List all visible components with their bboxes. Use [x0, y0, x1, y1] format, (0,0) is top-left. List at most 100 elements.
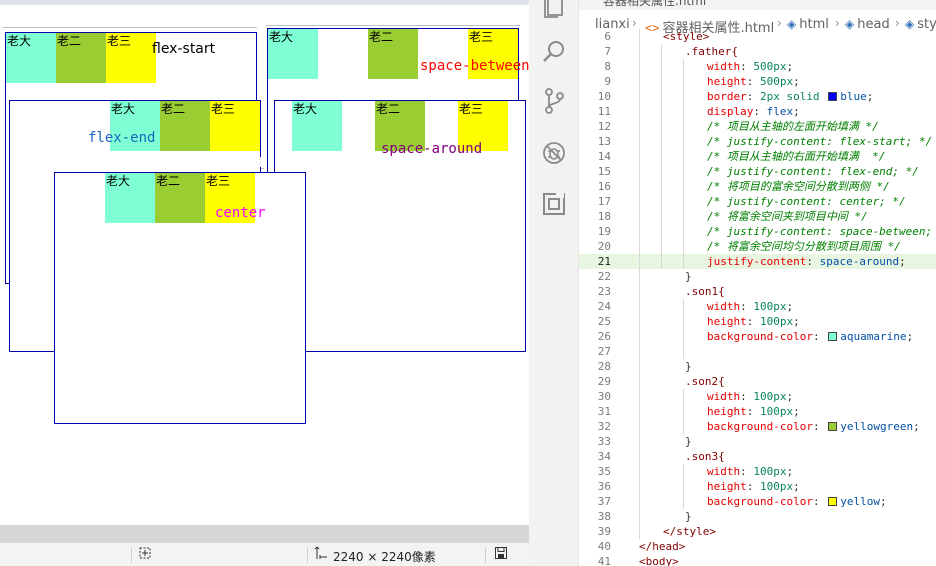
code-text: /* 项目从主轴的右面开始填满 */ [707, 150, 886, 163]
code-line[interactable]: 15 /* justify-content: flex-end; */ [579, 164, 936, 179]
line-number: 30 [597, 390, 611, 403]
code-line[interactable]: 34 .son3{ [579, 449, 936, 464]
code-line[interactable]: 17 /* justify-content: center; */ [579, 194, 936, 209]
line-number: 14 [597, 150, 611, 163]
code-text: height: 500px; [707, 75, 800, 88]
editor-tab-strip: 容器相关属性.html [579, 0, 936, 10]
code-line[interactable]: 20 /* 将富余空间均匀分散到项目周围 */ [579, 239, 936, 254]
line-number: 37 [597, 495, 611, 508]
code-line[interactable]: 40 </head> [579, 539, 936, 554]
line-number: 28 [597, 360, 611, 373]
code-line[interactable]: 14 /* 项目从主轴的右面开始填满 */ [579, 149, 936, 164]
code-line[interactable]: 11 display: flex; [579, 104, 936, 119]
code-line[interactable]: 6 <style> [579, 29, 936, 44]
color-swatch[interactable] [828, 497, 838, 506]
flex-item-2: 老二 [155, 173, 205, 223]
code-line[interactable]: 30 width: 100px; [579, 389, 936, 404]
code-line[interactable]: 36 height: 100px; [579, 479, 936, 494]
image-canvas[interactable]: 老大 老二 老三 flex-start 老大 老二 老三 space-betwe… [0, 5, 529, 525]
code-text: height: 100px; [707, 480, 800, 493]
demo-label-center: center [215, 205, 266, 221]
run-debug-icon[interactable] [540, 139, 568, 167]
code-line[interactable]: 31 height: 100px; [579, 404, 936, 419]
code-text: .son3{ [685, 450, 725, 463]
image-viewer-pane: 老大 老二 老三 flex-start 老大 老二 老三 space-betwe… [0, 0, 529, 566]
status-separator [131, 547, 132, 563]
chevron-right-icon: › [895, 16, 900, 30]
code-text: .father{ [685, 45, 738, 58]
line-number: 6 [604, 30, 611, 43]
explorer-icon[interactable] [540, 0, 568, 20]
code-text: /* 将项目的富余空间分散到两侧 */ [707, 180, 890, 193]
code-line[interactable]: 32 background-color: yellowgreen; [579, 419, 936, 434]
code-line[interactable]: 24 width: 100px; [579, 299, 936, 314]
code-line[interactable]: 7 .father{ [579, 44, 936, 59]
status-separator [485, 547, 486, 563]
flex-item-2: 老二 [368, 29, 418, 79]
chevron-right-icon: › [777, 16, 782, 30]
code-text: height: 100px; [707, 315, 800, 328]
fit-icon[interactable] [138, 546, 152, 564]
line-number: 38 [597, 510, 611, 523]
source-control-icon[interactable] [540, 87, 568, 115]
color-swatch[interactable] [828, 422, 838, 431]
code-line[interactable]: 29 .son2{ [579, 374, 936, 389]
color-swatch[interactable] [828, 332, 838, 341]
line-number: 19 [597, 225, 611, 238]
code-line[interactable]: 8 width: 500px; [579, 59, 936, 74]
demo-label-space-between: space-between [420, 58, 529, 74]
search-icon[interactable] [540, 38, 568, 66]
code-line[interactable]: 41 <body> [579, 554, 936, 566]
code-line[interactable]: 13 /* justify-content: flex-start; */ [579, 134, 936, 149]
demo-label-flex-start: flex-start [152, 41, 216, 57]
code-text: width: 500px; [707, 60, 794, 73]
line-number: 9 [604, 75, 611, 88]
line-number: 32 [597, 420, 611, 433]
code-line[interactable]: 26 background-color: aquamarine; [579, 329, 936, 344]
code-line[interactable]: 21 justify-content: space-around; [579, 254, 936, 269]
viewer-status-bar: 2240 × 2240像素 [0, 542, 529, 566]
line-number: 11 [597, 105, 611, 118]
code-line[interactable]: 35 width: 100px; [579, 464, 936, 479]
line-number: 27 [597, 345, 611, 358]
line-number: 15 [597, 165, 611, 178]
color-swatch[interactable] [828, 92, 838, 101]
flex-item-3: 老三 [106, 33, 156, 83]
editor-tab-title[interactable]: 容器相关属性.html [603, 0, 706, 9]
line-number: 13 [597, 135, 611, 148]
save-icon[interactable] [494, 546, 508, 564]
code-line[interactable]: 37 background-color: yellow; [579, 494, 936, 509]
code-line[interactable]: 28} [579, 359, 936, 374]
extensions-icon[interactable] [540, 190, 568, 218]
code-text: .son2{ [685, 375, 725, 388]
code-line[interactable]: 39 </style> [579, 524, 936, 539]
code-line[interactable]: 38} [579, 509, 936, 524]
chevron-right-icon: › [632, 16, 637, 30]
code-line[interactable]: 16 /* 将项目的富余空间分散到两侧 */ [579, 179, 936, 194]
code-line[interactable]: 19 /* justify-content: space-between; */ [579, 224, 936, 239]
code-text: <body> [639, 555, 679, 566]
line-number: 10 [597, 90, 611, 103]
code-line[interactable]: 33} [579, 434, 936, 449]
line-number: 7 [604, 45, 611, 58]
code-line[interactable]: 9 height: 500px; [579, 74, 936, 89]
code-line[interactable]: 25 height: 100px; [579, 314, 936, 329]
pane-divider [2, 27, 257, 28]
code-line[interactable]: 22} [579, 269, 936, 284]
code-line[interactable]: 27 [579, 344, 936, 359]
line-number: 31 [597, 405, 611, 418]
line-number: 36 [597, 480, 611, 493]
horizontal-scrollbar[interactable] [0, 525, 529, 542]
code-text: /* 项目从主轴的左面开始填满 */ [707, 120, 879, 133]
code-line[interactable]: 18 /* 将富余空间夹到项目中间 */ [579, 209, 936, 224]
code-text: </head> [639, 540, 686, 553]
code-text: } [685, 510, 692, 523]
code-line[interactable]: 12 /* 项目从主轴的左面开始填满 */ [579, 119, 936, 134]
code-line[interactable]: 23 .son1{ [579, 284, 936, 299]
chevron-right-icon: › [835, 16, 840, 30]
code-text: width: 100px; [707, 390, 794, 403]
code-text: /* 将富余空间夹到项目中间 */ [707, 210, 868, 223]
indent-guide [683, 389, 684, 434]
code-text: /* justify-content: space-between; */ [707, 225, 936, 238]
code-line[interactable]: 10 border: 2px solid blue; [579, 89, 936, 104]
